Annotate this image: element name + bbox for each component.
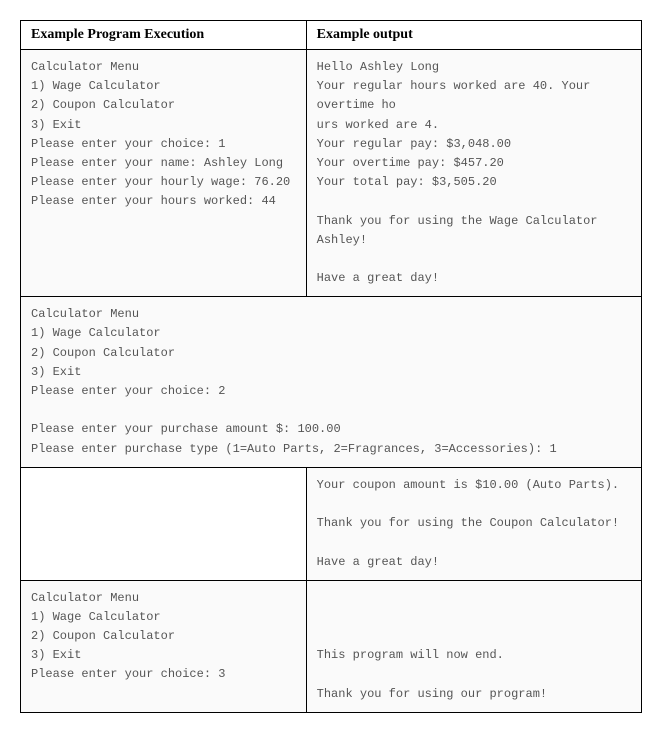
header-output: Example output xyxy=(306,21,641,50)
example-table: Example Program Execution Example output… xyxy=(20,20,642,713)
row2-execution: Calculator Menu 1) Wage Calculator 2) Co… xyxy=(21,297,642,468)
table-row: Calculator Menu 1) Wage Calculator 2) Co… xyxy=(21,50,642,297)
row4-output: This program will now end. Thank you for… xyxy=(306,580,641,712)
table-row: Calculator Menu 1) Wage Calculator 2) Co… xyxy=(21,297,642,468)
table-row: Calculator Menu 1) Wage Calculator 2) Co… xyxy=(21,580,642,712)
row3-output: Your coupon amount is $10.00 (Auto Parts… xyxy=(306,467,641,580)
table-row: Your coupon amount is $10.00 (Auto Parts… xyxy=(21,467,642,580)
row4-execution: Calculator Menu 1) Wage Calculator 2) Co… xyxy=(21,580,307,712)
row1-output: Hello Ashley Long Your regular hours wor… xyxy=(306,50,641,297)
header-execution: Example Program Execution xyxy=(21,21,307,50)
row1-execution: Calculator Menu 1) Wage Calculator 2) Co… xyxy=(21,50,307,297)
row3-execution xyxy=(21,467,307,580)
